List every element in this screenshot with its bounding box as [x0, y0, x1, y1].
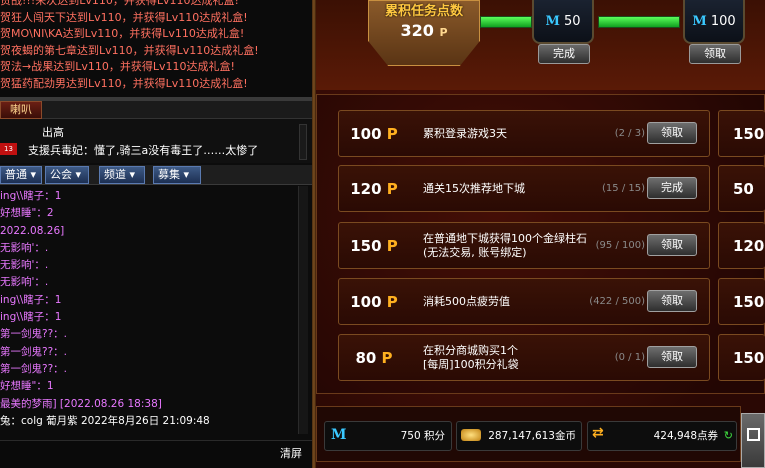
cera-exchange-icon: ⇄ — [592, 425, 604, 441]
task-row-partial: 150 — [718, 334, 765, 381]
broadcast-line: 贺猛药配劲男达到Lv110，并获得Lv110达成礼盒! — [0, 76, 248, 90]
horn-message: 支援兵毒妃：懂了,骑三a没有毒王了……太惨了 — [28, 144, 259, 157]
chat-line: 2022.08.26] — [0, 224, 65, 237]
m-icon: M — [692, 14, 707, 29]
cera-balance-value: 424,948点券 — [653, 430, 718, 442]
task-progress: (0 / 1) — [614, 352, 645, 363]
task-row-partial: 50 — [718, 165, 765, 212]
horn-scrollbar[interactable] — [299, 124, 307, 160]
progress-bar — [480, 16, 532, 28]
chat-line: ing\\瞎子：1 — [0, 293, 62, 306]
milestone-complete-button[interactable]: 完成 — [538, 44, 590, 64]
task-description: 在积分商城购买1个 [每周]100积分礼袋 — [423, 344, 519, 371]
points-banner-value: 320 P — [400, 21, 448, 40]
chat-line: 无影响'：. — [0, 276, 49, 289]
chat-line: 第一剑鬼??：. — [0, 328, 67, 341]
chat-line: 好想睡"：2 — [0, 207, 54, 220]
chat-line: 兔：colg 葡月紫 2022年8月26日 21:09:48 — [0, 414, 210, 427]
task-row: 120 P 通关15次推荐地下城 (15 / 15) 完成 — [338, 165, 710, 212]
points-balance: M 750 积分 — [324, 421, 452, 451]
task-points: 100 P — [350, 293, 398, 311]
task-row: 100 P 消耗500点疲劳值 (422 / 500) 领取 — [338, 278, 710, 325]
milestone-claim-button[interactable]: 领取 — [689, 44, 741, 64]
refresh-icon[interactable]: ↻ — [724, 429, 733, 442]
task-claim-button[interactable]: 完成 — [647, 177, 697, 199]
broadcast-line: 贺MO\NI\KA达到Lv110，并获得Lv110达成礼盒! — [0, 27, 245, 40]
task-points: 150 — [733, 293, 765, 311]
task-points: 100 P — [350, 125, 398, 143]
chat-line: 第一剑鬼??：. — [0, 345, 67, 358]
clear-screen-button[interactable]: 清屏 — [280, 445, 302, 461]
chat-line: 无影响'：. — [0, 259, 49, 272]
horn-sender-name: 出高 — [42, 126, 64, 139]
task-points: 120 — [733, 237, 765, 255]
task-points: 80 P — [355, 349, 393, 367]
progress-fill — [599, 17, 679, 27]
points-banner-title: 累积任务点数 — [384, 4, 463, 19]
gift-icon — [747, 428, 760, 441]
tab-normal[interactable]: 普通 ▾ — [0, 166, 42, 184]
broadcast-line: 贺狂人闯天下达到Lv110，并获得Lv110达成礼盒! — [0, 10, 248, 24]
broadcast-area: 贺战!!!来次达到Lv110，并获得Lv110达成礼盒! 贺狂人闯天下达到Lv1… — [0, 0, 312, 97]
task-progress: (95 / 100) — [595, 240, 645, 251]
task-claim-button[interactable]: 领取 — [647, 290, 697, 312]
task-points: 150 P — [350, 237, 398, 255]
milestone-badge: M 100 — [683, 0, 745, 44]
task-points: 150 — [733, 349, 765, 367]
chat-line: 好想睡"：1 — [0, 380, 54, 393]
task-row: 100 P 累积登录游戏3天 (2 / 3) 领取 — [338, 110, 710, 157]
task-row-partial: 150 — [718, 110, 765, 157]
horn-tab[interactable]: 喇叭 — [0, 101, 42, 119]
task-description: 通关15次推荐地下城 — [423, 182, 525, 195]
milestone-badge: M 50 — [532, 0, 594, 44]
chat-line: ing\\瞎子：1 — [0, 190, 62, 202]
chat-footer — [0, 440, 312, 468]
horn-tab-bar — [42, 101, 312, 119]
progress-fill — [481, 17, 531, 27]
task-row-partial: 120 — [718, 222, 765, 269]
tab-channel[interactable]: 频道 ▾ — [99, 166, 145, 184]
task-description: 累积登录游戏3天 — [423, 127, 507, 140]
task-claim-button[interactable]: 领取 — [647, 122, 697, 144]
chat-line: 最美的梦雨] [2022.08.26 18:38] — [0, 397, 162, 410]
cera-balance: ⇄ 424,948点券 ↻ — [587, 421, 737, 451]
gold-coin-icon — [461, 429, 481, 441]
chat-line: ing\\瞎子：1 — [0, 311, 62, 324]
points-balance-value: 750 积分 — [400, 430, 445, 442]
broadcast-line: 贺战!!!来次达到Lv110，并获得Lv110达成礼盒! — [0, 0, 239, 7]
gold-balance-value: 287,147,613金币 — [488, 430, 576, 442]
progress-bar — [598, 16, 680, 28]
task-progress: (15 / 15) — [602, 183, 645, 194]
side-button[interactable] — [741, 413, 765, 468]
tab-guild[interactable]: 公会 ▾ — [45, 166, 89, 184]
m-icon: M — [545, 14, 560, 29]
chat-line: 第一剑鬼??：. — [0, 362, 67, 375]
task-row: 80 P 在积分商城购买1个 [每周]100积分礼袋 (0 / 1) 领取 — [338, 334, 710, 381]
level-badge: 13 — [0, 143, 17, 155]
broadcast-line: 贺法→战果达到Lv110，并获得Lv110达成礼盒! — [0, 60, 235, 73]
gold-balance: 287,147,613金币 — [456, 421, 582, 451]
broadcast-line: 贺夜蝎的第七章达到Lv110，并获得Lv110达成礼盒! — [0, 43, 259, 57]
chat-line: 无影响'：. — [0, 241, 49, 254]
task-claim-button[interactable]: 领取 — [647, 346, 697, 368]
task-description: 消耗500点疲劳值 — [423, 295, 510, 308]
tab-recruit[interactable]: 募集 ▾ — [153, 166, 201, 184]
task-row: 150 P 在普通地下城获得100个金绿柱石 (无法交易, 账号绑定) (95 / 1… — [338, 222, 710, 269]
task-claim-button[interactable]: 领取 — [647, 234, 697, 256]
task-progress: (2 / 3) — [614, 128, 645, 139]
chat-log: ing\\瞎子：1 好想睡"：2 2022.08.26] 无影响'：. 无影响'：. 无影… — [0, 188, 298, 433]
task-points: 150 — [733, 125, 765, 143]
task-row-partial: 150 — [718, 278, 765, 325]
m-icon: M — [331, 427, 347, 443]
task-points: 50 — [733, 180, 754, 198]
task-progress: (422 / 500) — [589, 296, 645, 307]
task-description: 在普通地下城获得100个金绿柱石 (无法交易, 账号绑定) — [423, 232, 587, 259]
chat-scrollbar[interactable] — [298, 186, 308, 434]
task-points: 120 P — [350, 180, 398, 198]
